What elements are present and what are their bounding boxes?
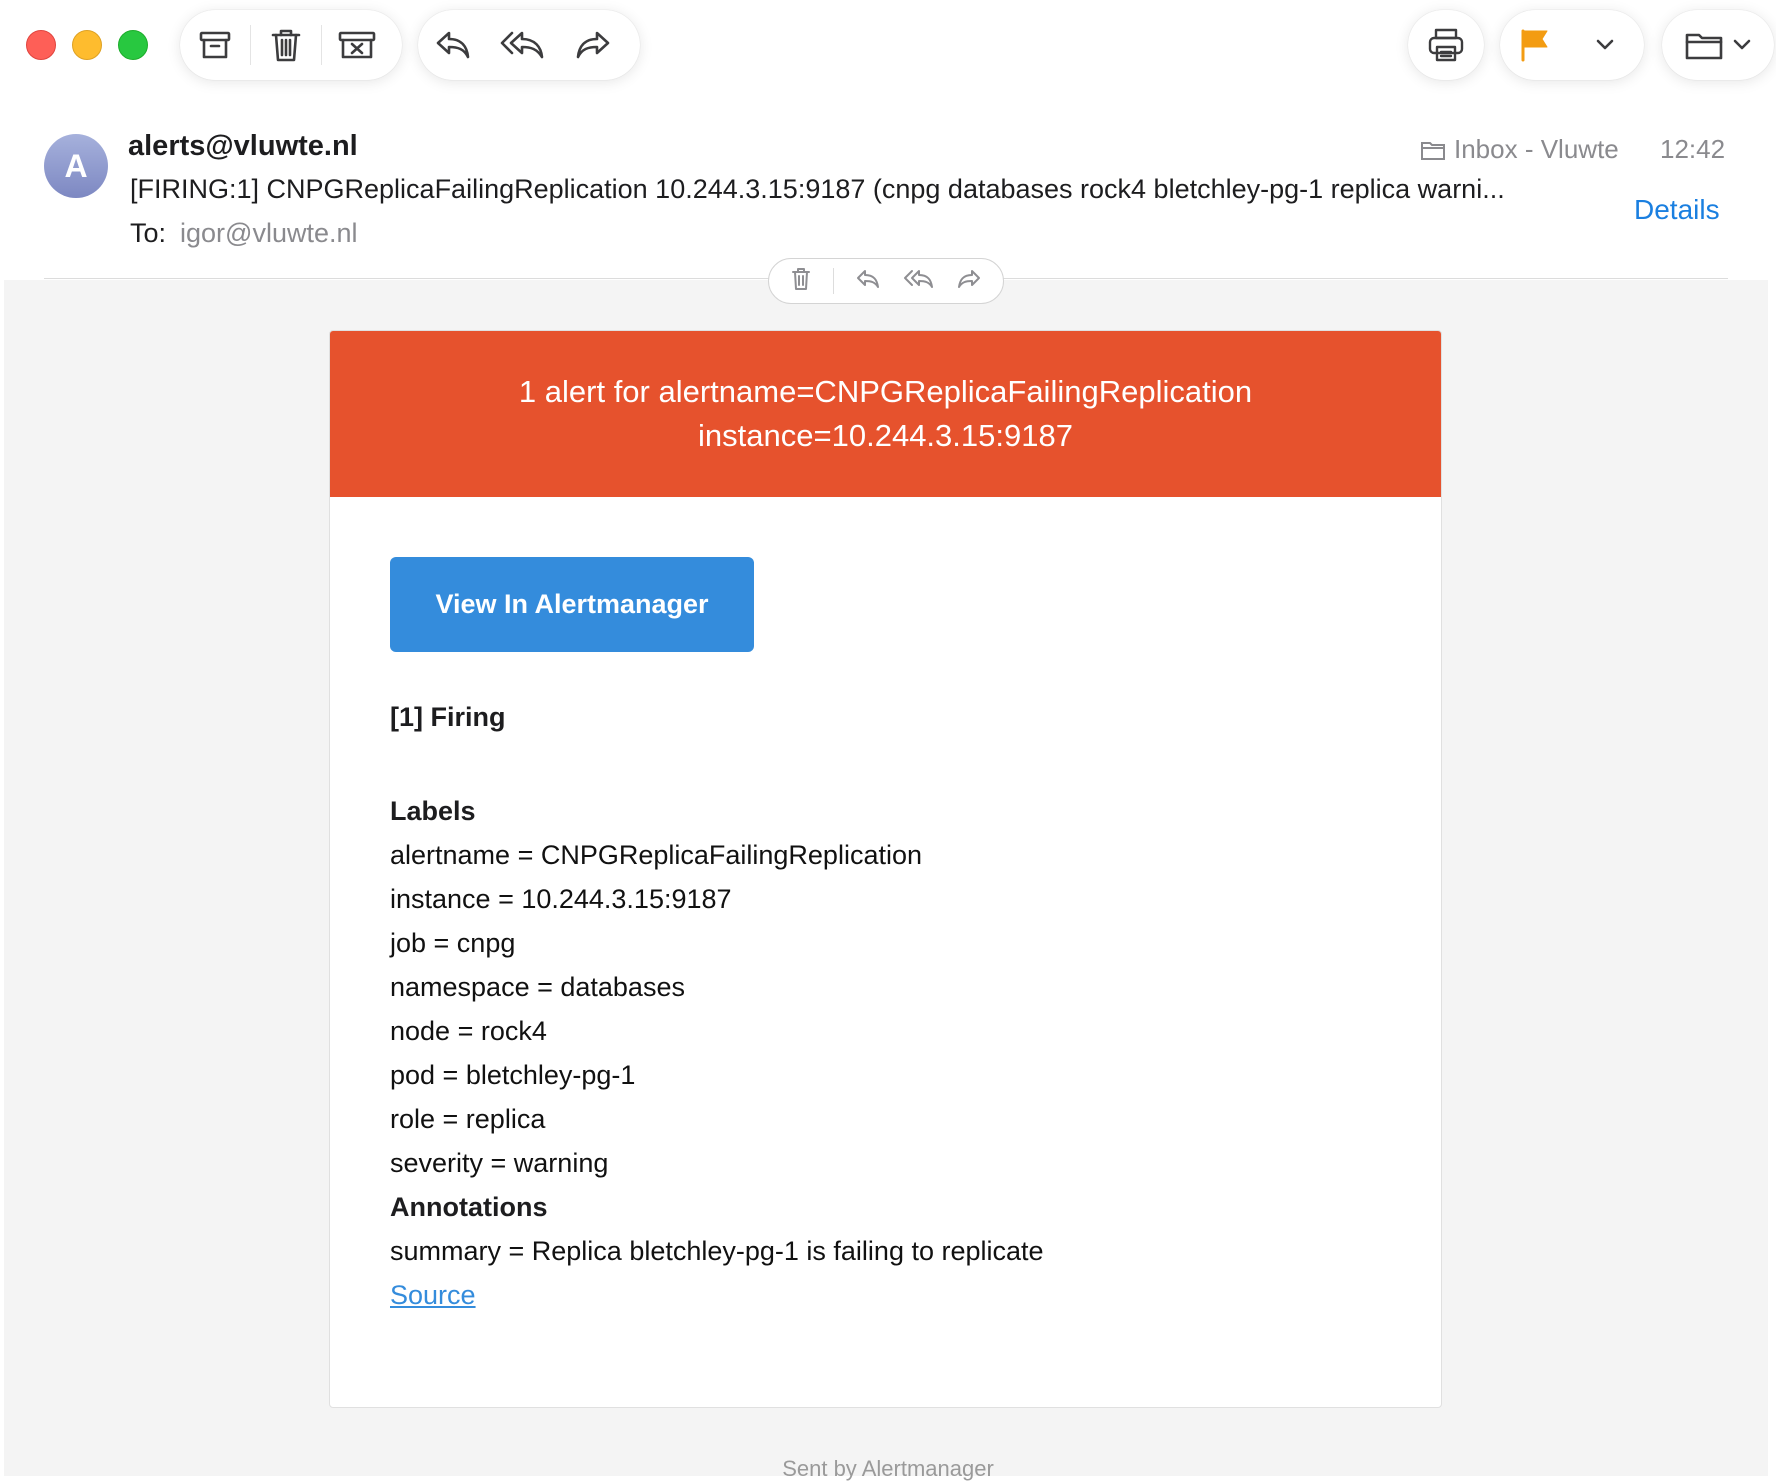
label-line: role = replica: [390, 1104, 546, 1134]
sender-address[interactable]: alerts@vluwte.nl: [128, 130, 358, 163]
forward-icon: [576, 31, 610, 59]
junk-box-icon: [338, 31, 376, 59]
minimize-window-button[interactable]: [72, 30, 102, 60]
flag-menu-button[interactable]: [1570, 10, 1640, 80]
view-in-alertmanager-button[interactable]: View In Alertmanager: [390, 557, 754, 652]
recipient-label: To:: [130, 218, 167, 248]
label-line: alertname = CNPGReplicaFailingReplicatio…: [390, 840, 922, 870]
inline-action-bar: [768, 258, 1004, 304]
folder-icon: [1685, 33, 1723, 60]
move-to-folder-button[interactable]: [1662, 10, 1774, 80]
zoom-window-button[interactable]: [118, 30, 148, 60]
annotations-title: Annotations: [390, 1192, 548, 1222]
archive-box-icon: [199, 31, 231, 59]
label-line: node = rock4: [390, 1016, 547, 1046]
flag-icon: [1521, 29, 1548, 62]
source-link[interactable]: Source: [390, 1273, 1381, 1317]
reply-button[interactable]: [418, 10, 488, 80]
label-line: pod = bletchley-pg-1: [390, 1060, 636, 1090]
label-line: severity = warning: [390, 1148, 609, 1178]
printer-icon: [1428, 28, 1464, 62]
chevron-down-icon: [1596, 39, 1614, 50]
reply-icon: [857, 269, 880, 288]
alert-header-line-1: 1 alert for alertname=CNPGReplicaFailing…: [518, 374, 1253, 409]
mailbox-location[interactable]: Inbox - Vluwte: [1420, 134, 1619, 165]
message-time: 12:42: [1660, 134, 1726, 164]
mailbox-name: Inbox - Vluwte: [1454, 134, 1619, 164]
trash-icon: [271, 29, 301, 62]
inline-reply-all-button[interactable]: [903, 268, 935, 295]
inline-forward-button[interactable]: [956, 268, 982, 295]
label-line: instance = 10.244.3.15:9187: [390, 884, 732, 914]
reply-icon: [436, 31, 470, 59]
chevron-down-icon: [1733, 39, 1751, 50]
flag-group: [1500, 10, 1644, 80]
firing-count: [1] Firing: [390, 702, 506, 732]
folder-icon: [1421, 141, 1445, 160]
reply-all-icon: [500, 31, 544, 59]
flag-button[interactable]: [1500, 10, 1570, 80]
close-window-button[interactable]: [26, 30, 56, 60]
forward-icon: [958, 269, 981, 288]
alert-email-card: 1 alert for alertname=CNPGReplicaFailing…: [329, 330, 1442, 1408]
inline-reply-button[interactable]: [855, 268, 881, 295]
reply-all-icon: [903, 269, 933, 288]
alert-header: 1 alert for alertname=CNPGReplicaFailing…: [330, 331, 1441, 497]
print-button[interactable]: [1408, 10, 1484, 80]
alertmanager-footer: Sent by Alertmanager: [782, 1456, 994, 1481]
archive-button[interactable]: [180, 10, 250, 80]
annotation-line: summary = Replica bletchley-pg-1 is fail…: [390, 1236, 1044, 1266]
mail-window: A alerts@vluwte.nl [FIRING:1] CNPGReplic…: [0, 0, 1776, 1481]
labels-title: Labels: [390, 796, 476, 826]
alert-header-line-2: instance=10.244.3.15:9187: [698, 418, 1073, 453]
message-subject: [FIRING:1] CNPGReplicaFailingReplication…: [130, 174, 1505, 204]
label-line: job = cnpg: [390, 928, 516, 958]
sender-avatar: A: [44, 134, 108, 198]
labels-section: Labels alertname = CNPGReplicaFailingRep…: [390, 789, 1381, 1317]
alert-content: View In Alertmanager [1] Firing Labels a…: [330, 497, 1441, 1317]
forward-button[interactable]: [558, 10, 628, 80]
inline-delete-button[interactable]: [790, 267, 812, 296]
junk-button[interactable]: [322, 10, 392, 80]
trash-icon: [791, 267, 810, 290]
recipient-line: To: igor@vluwte.nl: [130, 218, 358, 249]
details-link[interactable]: Details: [1634, 194, 1720, 226]
delete-button[interactable]: [251, 10, 321, 80]
label-line: namespace = databases: [390, 972, 685, 1002]
toolbar-group-manage: [180, 10, 402, 80]
recipient-address[interactable]: igor@vluwte.nl: [180, 218, 357, 248]
toolbar-group-respond: [418, 10, 640, 80]
reply-all-button[interactable]: [488, 10, 558, 80]
